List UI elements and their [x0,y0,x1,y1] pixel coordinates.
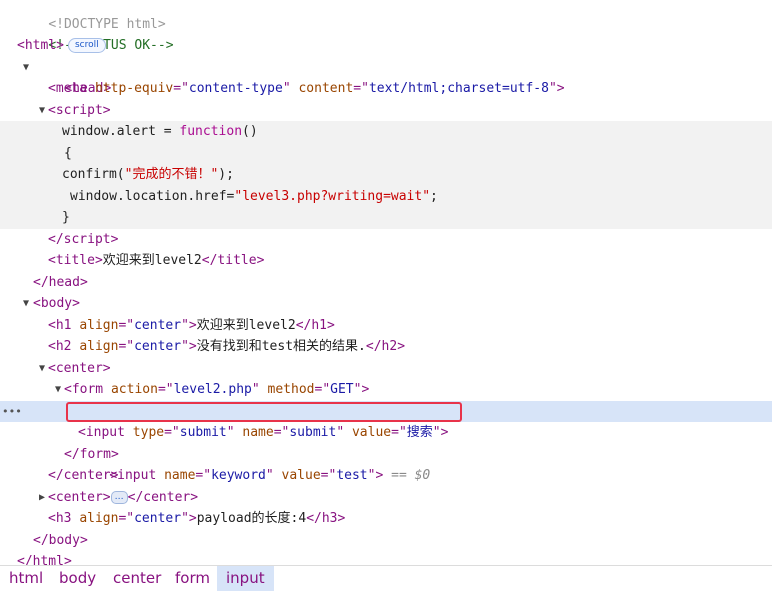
doctype-node[interactable]: <!DOCTYPE html> [0,0,772,32]
breadcrumb-body[interactable]: body [50,566,105,591]
h3-node[interactable]: <h3 align="center">payload的长度:4</h3> [0,508,772,530]
script-line[interactable]: confirm("完成的不错！"); [0,164,772,186]
center-close[interactable]: </center> [0,465,772,487]
script-close[interactable]: </script> [0,229,772,251]
form-close[interactable]: </form> [0,444,772,466]
form-node[interactable]: ▼ <form action="level2.php" method="GET"> [0,379,772,401]
expand-triangle-icon[interactable]: ▼ [21,293,31,315]
script-node[interactable]: ▼ <script> [0,100,772,122]
input-keyword-node[interactable]: ••• <input name="keyword" value="test"> … [0,400,772,483]
body-close[interactable]: </body> [0,530,772,552]
title-node[interactable]: <title>欢迎来到level2</title> [0,250,772,272]
meta-node[interactable]: <meta http-equiv="content-type" content=… [0,78,772,100]
breadcrumb-center[interactable]: center [104,566,170,591]
input-submit-node[interactable]: <input type="submit" name="submit" value… [0,422,772,444]
breadcrumb-html[interactable]: html [0,566,52,591]
dom-tree: <!DOCTYPE html> <!--STATUS OK--> <html> s… [0,0,772,573]
h2-node[interactable]: <h2 align="center">没有找到和test相关的结果.</h2> [0,336,772,358]
script-line[interactable]: window.alert = function() [0,121,772,143]
h1-node[interactable]: <h1 align="center">欢迎来到level2</h1> [0,315,772,337]
expand-triangle-icon[interactable]: ▼ [37,358,47,380]
expand-triangle-icon[interactable]: ▼ [37,100,47,122]
head-node[interactable]: ▼ <head> [0,57,772,97]
comment-node[interactable]: <!--STATUS OK--> [0,14,772,53]
more-options-icon[interactable]: ••• [2,401,22,423]
script-line[interactable]: window.location.href="level3.php?writing… [0,185,772,207]
body-node[interactable]: ▼ <body> [0,293,772,315]
center-node[interactable]: ▼ <center> [0,358,772,380]
breadcrumb-input[interactable]: input [217,566,274,591]
script-line[interactable]: { [0,142,772,164]
breadcrumb: html body center form input [0,565,772,591]
head-close[interactable]: </head> [0,272,772,294]
highlight-box [66,401,462,422]
expand-triangle-icon[interactable]: ▶ [37,487,47,509]
ellipsis-badge[interactable]: … [110,490,128,504]
expand-triangle-icon[interactable]: ▼ [21,57,31,79]
scroll-badge[interactable]: scroll [67,38,106,53]
center-collapsed-node[interactable]: ▶ <center>… </center> [0,487,772,509]
expand-triangle-icon[interactable]: ▼ [53,379,63,401]
script-line[interactable]: } [0,207,772,229]
breadcrumb-form[interactable]: form [166,566,219,591]
html-node[interactable]: <html> scroll [0,35,772,57]
